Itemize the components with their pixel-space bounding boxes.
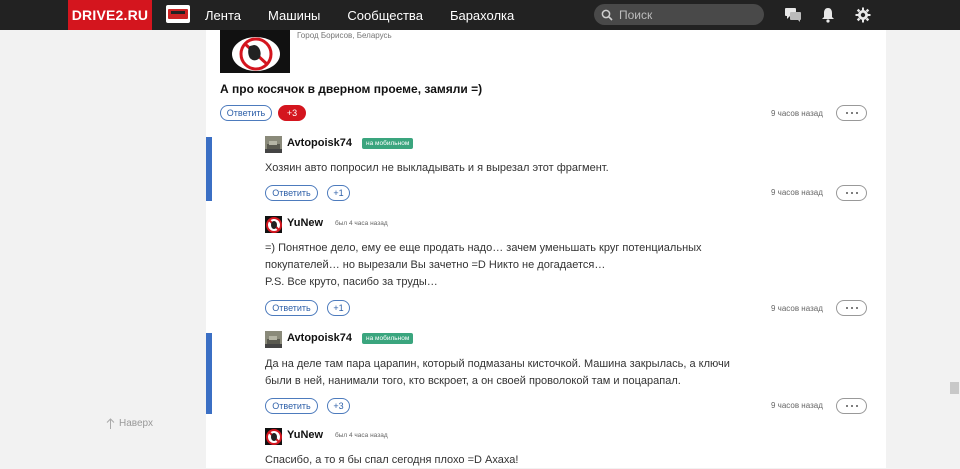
nav-item-cars[interactable]: Машины (268, 8, 320, 23)
comments-column: Город Борисов, Беларусь А про косячок в … (206, 30, 886, 468)
last-seen: был 4 часа назад (335, 220, 388, 227)
commenter-name[interactable]: Avtopoisk74 (287, 332, 352, 344)
dot-icon (850, 405, 853, 407)
commenter-name[interactable]: YuNew (287, 429, 323, 441)
commenter-avatar[interactable] (265, 428, 282, 445)
reply-button[interactable]: Ответить (265, 300, 318, 316)
post-time: 9 часов назад (771, 109, 823, 118)
last-seen: был 4 часа назад (335, 432, 388, 439)
comment-time: 9 часов назад (771, 401, 823, 410)
new-comment-marker (206, 333, 212, 414)
reply-button[interactable]: Ответить (265, 185, 318, 201)
more-options-button[interactable] (836, 105, 867, 121)
mobile-badge: на мобильном (362, 138, 414, 149)
dot-icon (850, 112, 853, 114)
arrow-up-icon (106, 418, 115, 429)
dot-icon (855, 405, 858, 407)
more-options-button[interactable] (836, 185, 867, 201)
commenter-avatar[interactable] (265, 216, 282, 233)
search-input[interactable] (617, 6, 751, 23)
dot-icon (855, 307, 858, 309)
reply-button[interactable]: Ответить (220, 105, 272, 121)
plus-counter-button[interactable]: +3 (278, 105, 306, 121)
search-box (594, 4, 764, 25)
comment-line: были в ней, нанимали того, кто вскроет, … (265, 375, 681, 387)
dot-icon (855, 192, 858, 194)
nav-item-communities[interactable]: Сообщества (347, 8, 423, 23)
nav-item-feed[interactable]: Лента (205, 8, 241, 23)
search-icon (601, 9, 613, 21)
promo-banner-icon[interactable] (166, 5, 190, 23)
comment-text: Спасибо, а то я бы спал сегодня плохо =D… (265, 452, 518, 469)
more-options-button[interactable] (836, 300, 867, 316)
plus-counter-button[interactable]: +3 (327, 398, 350, 414)
commenter-avatar[interactable] (265, 331, 282, 348)
comment-line: покупателей… но вырезали Вы зачетно =D Н… (265, 259, 606, 271)
plus-counter-button[interactable]: +1 (327, 300, 350, 316)
dot-icon (845, 307, 848, 309)
commenter-name[interactable]: Avtopoisk74 (287, 137, 352, 149)
comment-line: Хозяин авто попросил не выкладывать и я … (265, 162, 609, 174)
dot-icon (845, 405, 848, 407)
dot-icon (845, 192, 848, 194)
comment-text: Хозяин авто попросил не выкладывать и я … (265, 160, 609, 177)
post-author-avatar[interactable] (220, 30, 290, 73)
commenter-avatar[interactable] (265, 136, 282, 153)
back-to-top-link[interactable]: Наверх (106, 418, 153, 429)
plus-counter-button[interactable]: +1 (327, 185, 350, 201)
back-to-top-label: Наверх (119, 418, 153, 429)
comment-line: P.S. Все круто, пасибо за труды… (265, 276, 438, 288)
commenter-name[interactable]: YuNew (287, 217, 323, 229)
dot-icon (850, 307, 853, 309)
dot-icon (850, 192, 853, 194)
comment-line: Да на деле там пара царапин, который под… (265, 358, 730, 370)
comment-time: 9 часов назад (771, 304, 823, 313)
mobile-badge: на мобильном (362, 333, 414, 344)
scrollbar-thumb[interactable] (950, 382, 959, 394)
site-logo[interactable]: DRIVE2.RU (68, 0, 152, 30)
dot-icon (855, 112, 858, 114)
bell-icon[interactable] (821, 7, 835, 23)
main-nav: Лента Машины Сообщества Барахолка (205, 0, 541, 30)
post-text: А про косячок в дверном проеме, замяли =… (220, 82, 483, 96)
gear-icon[interactable] (855, 7, 871, 23)
chat-icon[interactable] (784, 7, 802, 23)
nav-item-marketplace[interactable]: Барахолка (450, 8, 514, 23)
comment-line: Спасибо, а то я бы спал сегодня плохо =D… (265, 454, 519, 466)
reply-button[interactable]: Ответить (265, 398, 318, 414)
comment-text: =) Понятное дело, ему ее еще продать над… (265, 240, 702, 291)
top-navigation-bar: DRIVE2.RU Лента Машины Сообщества Барахо… (0, 0, 960, 30)
comment-time: 9 часов назад (771, 188, 823, 197)
comment-text: Да на деле там пара царапин, который под… (265, 356, 730, 390)
post-author-location: Город Борисов, Беларусь (297, 31, 392, 40)
new-comment-marker (206, 137, 212, 201)
dot-icon (845, 112, 848, 114)
more-options-button[interactable] (836, 398, 867, 414)
comment-line: =) Понятное дело, ему ее еще продать над… (265, 242, 702, 254)
